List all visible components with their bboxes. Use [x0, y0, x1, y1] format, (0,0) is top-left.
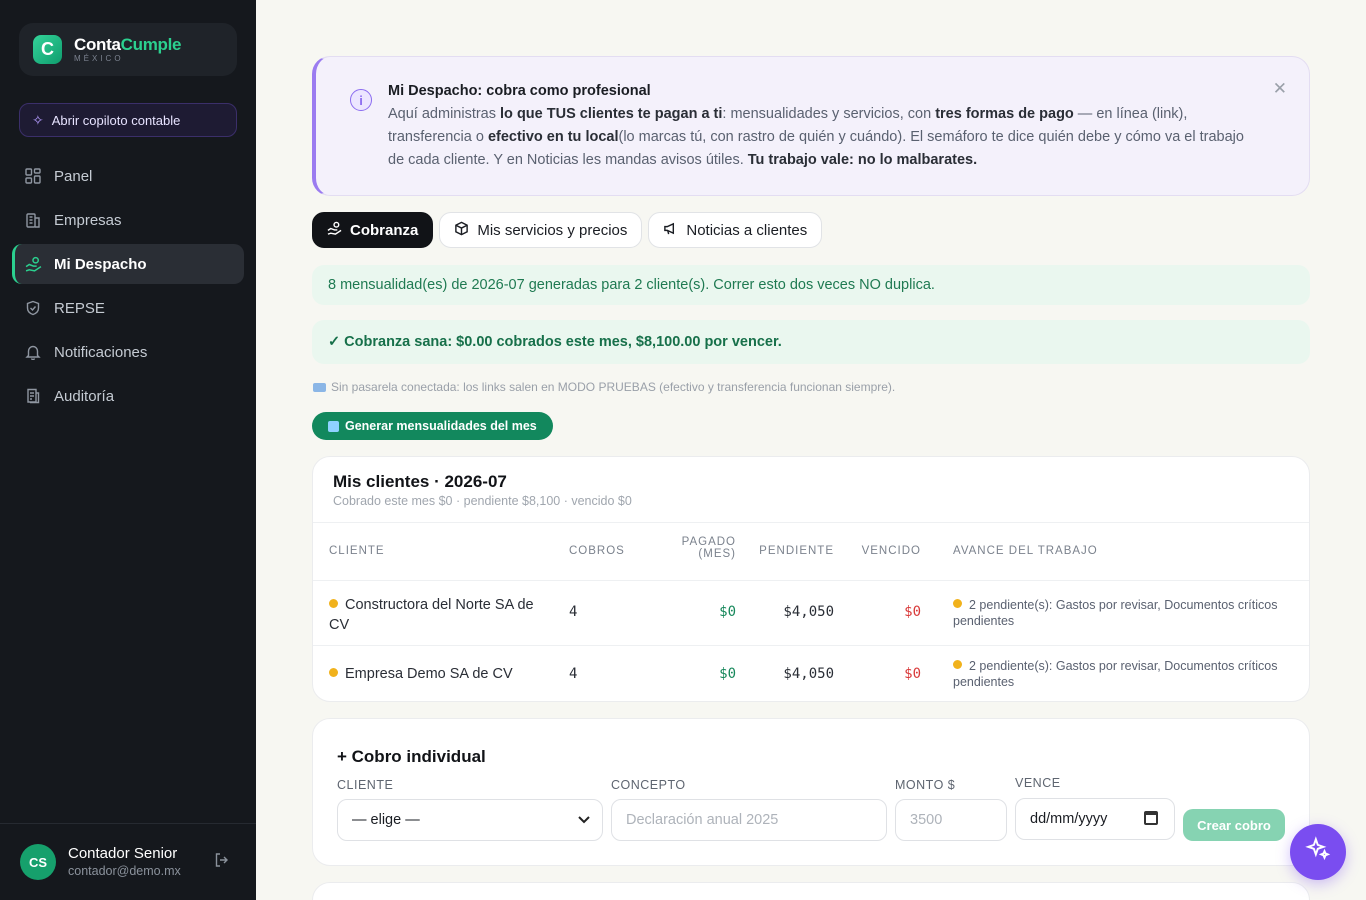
cobros-count: 4 [569, 604, 578, 620]
pendiente-value: $4,050 [783, 604, 834, 620]
create-charge-button[interactable]: Crear cobro [1183, 809, 1285, 841]
open-copilot-button[interactable]: ✧ Abrir copiloto contable [19, 103, 237, 137]
user-panel: CS Contador Senior contador@demo.mx [0, 823, 256, 900]
banner-text: Aquí administras lo que TUS clientes te … [388, 106, 1244, 168]
close-icon[interactable]: ✕ [1273, 79, 1287, 99]
col-cliente[interactable]: CLIENTE [329, 545, 385, 557]
vencido-value: $0 [904, 604, 921, 620]
col-pagado[interactable]: PAGADO (MES) [682, 536, 736, 560]
user-name: Contador Senior [68, 844, 178, 862]
status-dot-icon [953, 660, 962, 669]
collection-status-alert: ✓ Cobranza sana: $0.00 cobrados este mes… [312, 320, 1310, 364]
table-row[interactable]: Constructora del Norte SA de CV 4 $0 $4,… [313, 581, 1309, 646]
table-header: CLIENTE COBROS PAGADO (MES) PENDIENTE VEN… [313, 522, 1309, 581]
generate-monthly-button[interactable]: Generar mensualidades del mes [312, 412, 553, 440]
due-date-input[interactable]: dd/mm/yyyy [1015, 798, 1175, 840]
calendar-icon [328, 420, 339, 432]
pagado-value: $0 [719, 604, 736, 620]
credit-card-icon [313, 383, 326, 392]
button-label: Generar mensualidades del mes [345, 419, 537, 433]
col-cobros[interactable]: COBROS [569, 545, 625, 557]
status-dot-icon [953, 599, 962, 608]
box-icon [454, 221, 469, 239]
clients-card: Mis clientes · 2026-07 Cobrado este mes … [312, 456, 1310, 702]
sidebar-item-notificaciones[interactable]: Notificaciones [12, 332, 244, 372]
avatar[interactable]: CS [20, 844, 56, 880]
col-pendiente[interactable]: PENDIENTE [759, 545, 834, 557]
sidebar-item-auditoria[interactable]: Auditoría [12, 376, 244, 416]
sidebar-item-label: Mi Despacho [54, 255, 147, 273]
client-select[interactable]: — elige — [337, 799, 603, 841]
sidebar-item-empresas[interactable]: Empresas [12, 200, 244, 240]
grid-icon [24, 167, 42, 185]
next-section-card [312, 882, 1310, 900]
sidebar-nav: Panel Empresas Mi Despacho REPSE Notific… [12, 156, 244, 420]
col-vencido[interactable]: VENCIDO [862, 545, 921, 557]
info-icon: i [350, 89, 372, 111]
tab-label: Mis servicios y precios [477, 221, 628, 239]
amount-input[interactable]: 3500 [895, 799, 1007, 841]
chevron-down-icon [578, 813, 590, 827]
shield-icon [24, 299, 42, 317]
sidebar: C ContaCumple MÉXICO ✧ Abrir copiloto co… [0, 0, 256, 900]
sidebar-item-label: Notificaciones [54, 343, 148, 361]
tab-noticias[interactable]: Noticias a clientes [648, 212, 823, 248]
sidebar-item-label: Empresas [54, 211, 122, 229]
sidebar-item-panel[interactable]: Panel [12, 156, 244, 196]
vencido-value: $0 [904, 666, 921, 682]
status-dot-icon [329, 599, 338, 608]
tab-servicios[interactable]: Mis servicios y precios [439, 212, 643, 248]
client-name[interactable]: Constructora del Norte SA de CV [329, 595, 539, 635]
ai-assistant-button[interactable] [1290, 824, 1346, 880]
banner-title: Mi Despacho: cobra como profesional [388, 83, 651, 99]
amount-label: MONTO $ [895, 778, 956, 792]
status-dot-icon [329, 668, 338, 677]
due-date-label: VENCE [1015, 776, 1061, 790]
col-avance[interactable]: AVANCE DEL TRABAJO [953, 545, 1098, 557]
sidebar-item-mi-despacho[interactable]: Mi Despacho [12, 244, 244, 284]
pendiente-value: $4,050 [783, 666, 834, 682]
receipt-icon [24, 387, 42, 405]
logout-icon[interactable] [214, 852, 230, 873]
generation-alert: 8 mensualidad(es) de 2026-07 generadas p… [312, 265, 1310, 305]
tab-label: Noticias a clientes [686, 221, 808, 239]
copilot-label: Abrir copiloto contable [51, 112, 181, 128]
charge-form-title: + Cobro individual [337, 747, 486, 766]
hand-coins-icon [327, 221, 342, 239]
individual-charge-card: + Cobro individual CLIENTE — elige — CON… [312, 718, 1310, 866]
brand-name: ContaCumple [74, 35, 182, 54]
concept-label: CONCEPTO [611, 778, 686, 792]
info-banner: i Mi Despacho: cobra como profesional Aq… [312, 56, 1310, 196]
pagado-value: $0 [719, 666, 736, 682]
brand-subtitle: MÉXICO [74, 54, 124, 63]
client-name[interactable]: Empresa Demo SA de CV [329, 666, 539, 682]
sidebar-item-label: Auditoría [54, 387, 115, 405]
app-logo-icon: C [33, 35, 62, 64]
cobros-count: 4 [569, 666, 578, 682]
work-progress: 2 pendiente(s): Gastos por revisar, Docu… [953, 659, 1278, 689]
sparkles-icon: ✧ [32, 111, 44, 128]
table-row[interactable]: Empresa Demo SA de CV 4 $0 $4,050 $0 2 p… [313, 646, 1309, 701]
concept-input[interactable]: Declaración anual 2025 [611, 799, 887, 841]
building-icon [24, 211, 42, 229]
tab-bar: Cobranza Mis servicios y precios Noticia… [312, 212, 823, 248]
client-label: CLIENTE [337, 778, 394, 792]
sidebar-item-label: Panel [54, 167, 93, 185]
sidebar-item-label: REPSE [54, 299, 105, 317]
user-email: contador@demo.mx [68, 863, 181, 878]
tab-cobranza[interactable]: Cobranza [312, 212, 434, 248]
gateway-note: Sin pasarela conectada: los links salen … [313, 380, 895, 394]
sparkles-icon [1305, 835, 1331, 869]
clients-subtitle: Cobrado este mes $0 · pendiente $8,100 ·… [333, 494, 632, 508]
hand-coins-icon [24, 255, 42, 273]
bell-icon [24, 343, 42, 361]
brand-logo-block[interactable]: C ContaCumple MÉXICO [19, 23, 237, 76]
megaphone-icon [663, 221, 678, 239]
work-progress: 2 pendiente(s): Gastos por revisar, Docu… [953, 598, 1278, 628]
sidebar-item-repse[interactable]: REPSE [12, 288, 244, 328]
calendar-icon[interactable] [1144, 811, 1158, 825]
clients-title: Mis clientes · 2026-07 [333, 472, 507, 491]
tab-label: Cobranza [350, 221, 419, 239]
